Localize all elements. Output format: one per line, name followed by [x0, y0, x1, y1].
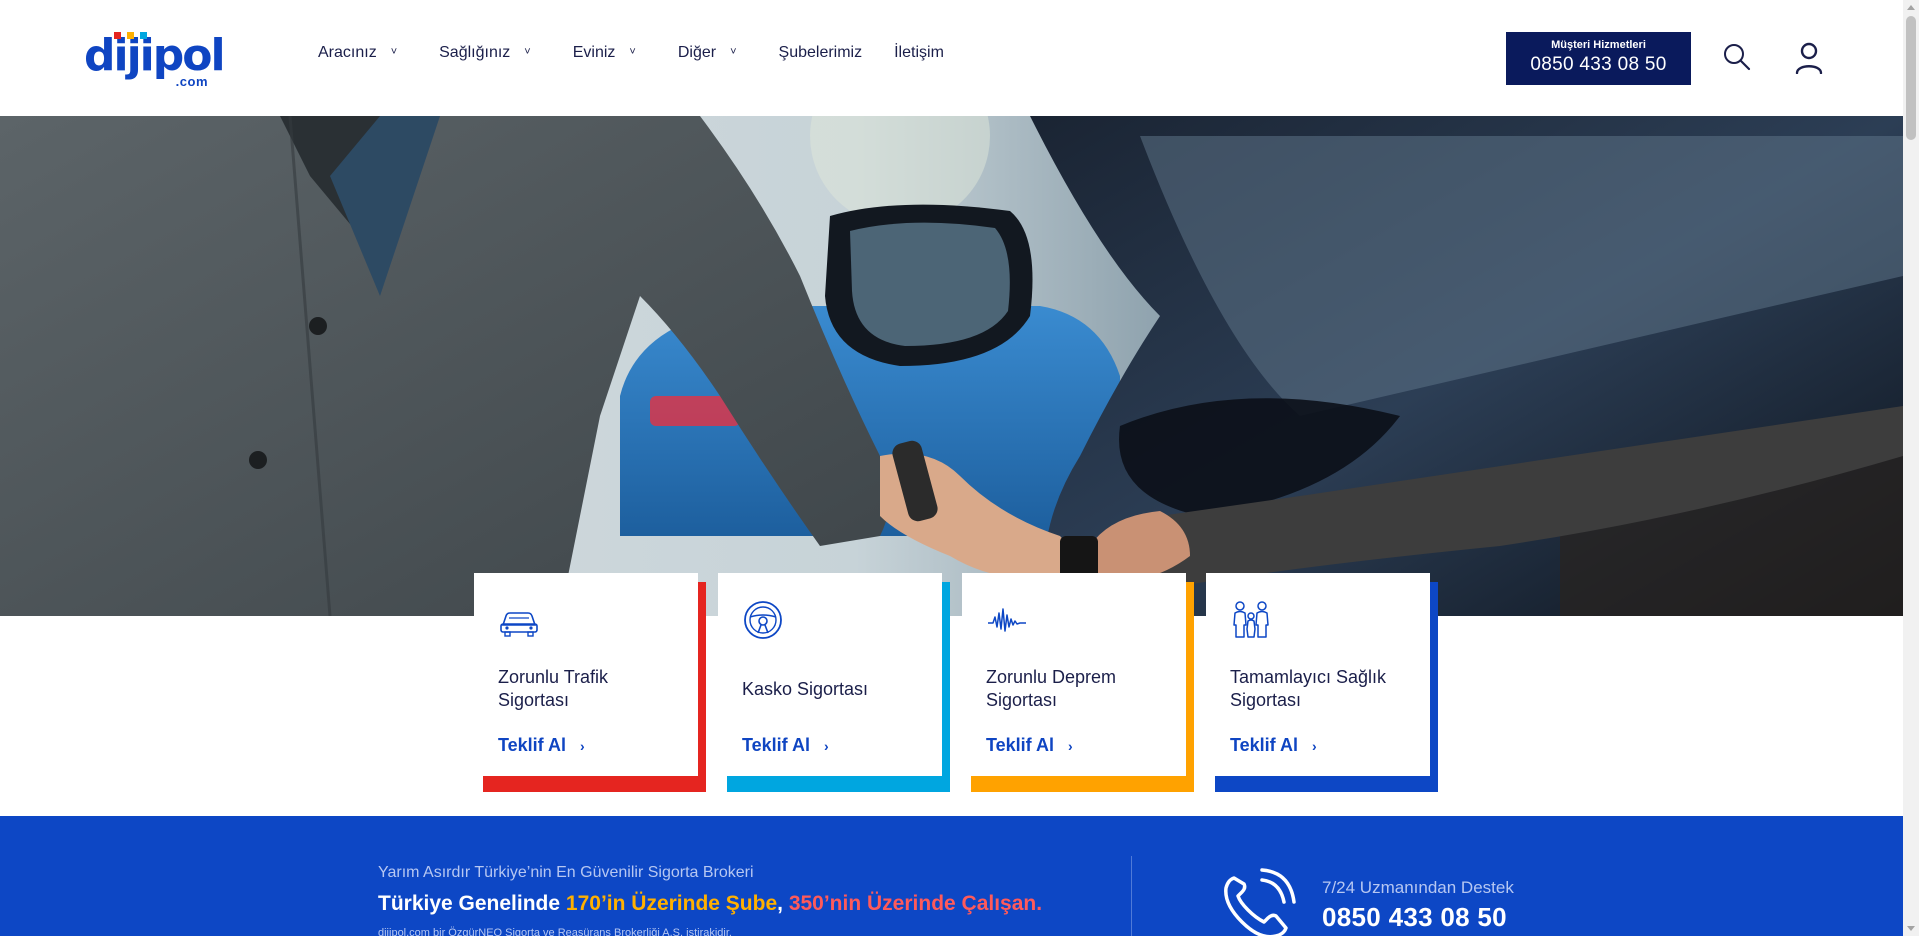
card-cta-label: Teklif Al: [1230, 735, 1299, 755]
seismograph-icon: [988, 608, 1026, 632]
card-title: Kasko Sigortası: [742, 678, 869, 699]
logo-dot-orange: [127, 32, 134, 39]
card-kasko[interactable]: Kasko Sigortası Teklif Al ›: [718, 573, 950, 792]
card-body[interactable]: Tamamlayıcı Sağlık Sigortası Teklif Al ›: [1206, 573, 1430, 776]
logo-dot-cyan: [140, 32, 147, 39]
chevron-down-icon: ˅: [390, 46, 398, 58]
logo-wordmark: dijipol: [84, 30, 226, 81]
teklif-al-link[interactable]: Teklif Al ›: [498, 735, 674, 756]
card-title: Tamamlayıcı Sağlık Sigortası: [1230, 667, 1387, 710]
nav-item-araciniz[interactable]: Aracınız ˅: [318, 44, 397, 62]
logo-domain-suffix: .com: [175, 74, 208, 89]
card-body[interactable]: Zorunlu Deprem Sigortası Teklif Al ›: [962, 573, 1186, 776]
banner-headline: Türkiye Genelinde 170’in Üzerinde Şube, …: [378, 892, 1042, 916]
teklif-al-link[interactable]: Teklif Al ›: [1230, 735, 1406, 756]
banner-tagline: Yarım Asırdır Türkiye’nin En Güvenilir S…: [378, 864, 754, 881]
card-zorunlu-deprem[interactable]: Zorunlu Deprem Sigortası Teklif Al ›: [962, 573, 1194, 792]
scroll-down-arrow-icon[interactable]: [1907, 926, 1915, 931]
card-body[interactable]: Kasko Sigortası Teklif Al ›: [718, 573, 942, 776]
banner-divider: [1131, 856, 1132, 936]
chevron-right-icon: ›: [1068, 737, 1073, 754]
nav-item-eviniz[interactable]: Eviniz ˅: [573, 44, 636, 62]
card-title: Zorunlu Deprem Sigortası: [986, 667, 1117, 710]
nav-label: Diğer: [677, 44, 717, 61]
teklif-al-link[interactable]: Teklif Al ›: [742, 735, 918, 756]
chevron-down-icon: ˅: [629, 46, 636, 58]
nav-item-diger[interactable]: Diğer ˅: [678, 44, 737, 62]
page-scrollbar[interactable]: [1903, 0, 1919, 936]
car-icon: [500, 612, 538, 637]
search-icon[interactable]: [1722, 42, 1752, 72]
nav-item-subelerimiz[interactable]: Şubelerimiz: [779, 44, 863, 62]
banner-headline-prefix: Türkiye Genelinde: [378, 892, 566, 915]
nav-label: Sağlığınız: [439, 44, 511, 61]
card-cta-label: Teklif Al: [498, 735, 567, 755]
nav-label: Aracınız: [318, 44, 377, 61]
chevron-right-icon: ›: [1312, 737, 1317, 754]
trust-banner: Yarım Asırdır Türkiye’nin En Güvenilir S…: [0, 816, 1903, 936]
product-cards: Zorunlu Trafik Sigortası Teklif Al › Kas…: [474, 573, 1450, 792]
hero-car-key-handover-illustration: [0, 116, 1903, 616]
support-label: 7/24 Uzmanından Destek: [1322, 878, 1514, 897]
nav-label: İletişim: [894, 44, 944, 61]
card-zorunlu-trafik[interactable]: Zorunlu Trafik Sigortası Teklif Al ›: [474, 573, 706, 792]
nav-item-iletisim[interactable]: İletişim: [894, 44, 944, 62]
banner-headline-separator: ,: [777, 892, 789, 915]
scroll-up-arrow-icon[interactable]: [1907, 5, 1915, 10]
support-phone[interactable]: 0850 433 08 50: [1322, 902, 1507, 933]
steering-wheel-icon: [744, 601, 782, 639]
site-header: dijipol .com Aracınız ˅ Sağlığınız ˅ Evi…: [0, 0, 1903, 116]
chevron-down-icon: ˅: [524, 46, 531, 58]
card-body[interactable]: Zorunlu Trafik Sigortası Teklif Al ›: [474, 573, 698, 776]
banner-branches-count: 170’in Üzerinde Şube: [565, 892, 778, 915]
banner-staff-count: 350’nin Üzerinde Çalışan.: [788, 892, 1043, 915]
chevron-right-icon: ›: [580, 737, 585, 754]
logo-dot-red: [114, 32, 121, 39]
scrollbar-thumb[interactable]: [1906, 16, 1916, 140]
user-icon[interactable]: [1794, 42, 1824, 75]
banner-footnote: dijipol.com bir ÖzgürNEO Sigorta ve Reas…: [378, 927, 732, 936]
phone-icon: [1224, 868, 1296, 936]
card-title: Zorunlu Trafik Sigortası: [498, 667, 609, 710]
family-icon: [1233, 601, 1269, 638]
teklif-al-link[interactable]: Teklif Al ›: [986, 735, 1162, 756]
chevron-down-icon: ˅: [730, 46, 737, 58]
nav-label: Şubelerimiz: [778, 44, 863, 61]
customer-service-button[interactable]: Müşteri Hizmetleri 0850 433 08 50: [1506, 32, 1691, 85]
dijipol-logo[interactable]: dijipol .com: [84, 32, 226, 89]
customer-service-title: Müşteri Hizmetleri: [1551, 39, 1646, 51]
hero-image: [0, 116, 1903, 616]
card-cta-label: Teklif Al: [742, 735, 811, 755]
nav-label: Eviniz: [572, 44, 616, 61]
card-cta-label: Teklif Al: [986, 735, 1055, 755]
main-navigation: Aracınız ˅ Sağlığınız ˅ Eviniz ˅ Diğer ˅…: [318, 44, 976, 62]
nav-item-sagliginiz[interactable]: Sağlığınız ˅: [439, 44, 531, 62]
chevron-right-icon: ›: [824, 737, 829, 754]
customer-service-phone: 0850 433 08 50: [1530, 54, 1667, 75]
card-tamamlayici-saglik[interactable]: Tamamlayıcı Sağlık Sigortası Teklif Al ›: [1206, 573, 1438, 792]
